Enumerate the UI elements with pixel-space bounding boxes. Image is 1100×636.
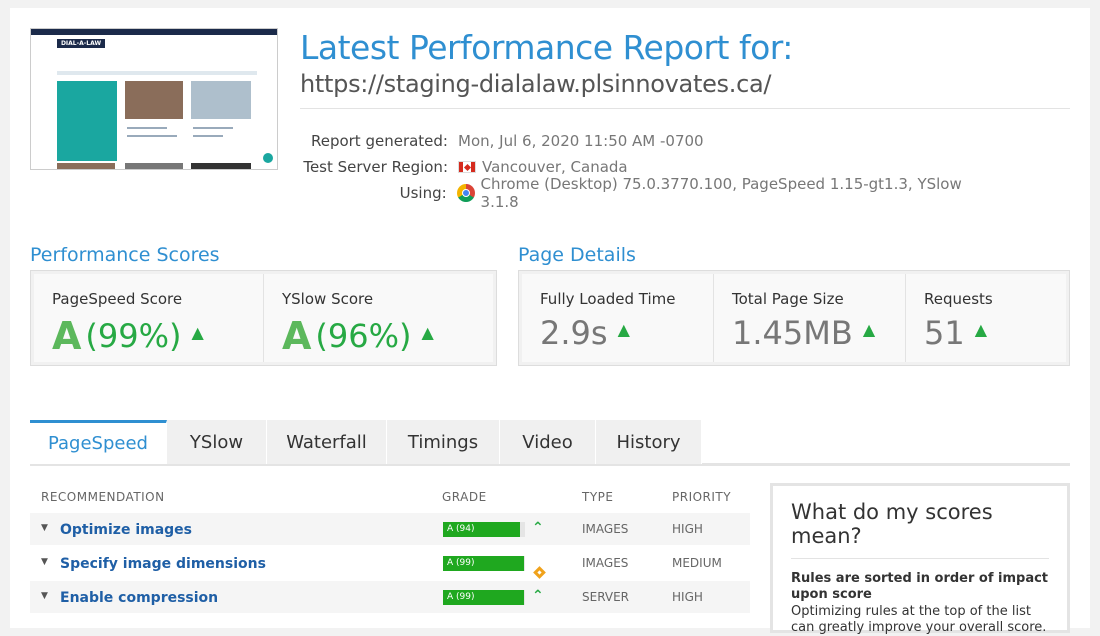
tab-waterfall[interactable]: Waterfall <box>267 420 387 464</box>
grade-label: A (99) <box>447 558 475 568</box>
trend-up-icon: ▲ <box>421 322 434 342</box>
scores-explanation-box: What do my scores mean? Rules are sorted… <box>770 483 1070 635</box>
thumb-hero <box>57 81 117 161</box>
report-title: Latest Performance Report for: <box>300 28 793 67</box>
grade-bar: A (99) <box>443 590 525 605</box>
scores-explanation-text: Optimizing rules at the top of the list … <box>791 604 1047 635</box>
header-divider <box>300 108 1070 109</box>
thumb-topbar <box>31 29 277 35</box>
table-row[interactable]: ▼ Enable compression A (99) ⌃ SERVER HIG… <box>30 581 750 613</box>
meta-label: Test Server Region: <box>303 158 448 176</box>
site-screenshot-thumbnail[interactable]: DIAL-A-LAW <box>30 28 278 170</box>
recommendation-name[interactable]: Optimize images <box>60 522 192 538</box>
expand-caret-icon[interactable]: ▼ <box>41 557 48 567</box>
meta-value: Mon, Jul 6, 2020 11:50 AM -0700 <box>458 132 704 150</box>
fully-loaded-label: Fully Loaded Time <box>540 290 676 308</box>
trend-up-icon: ▲ <box>191 322 204 342</box>
canada-flag-icon <box>458 161 476 173</box>
trend-up-icon: ⌃ <box>532 520 544 536</box>
scores-explanation-bold: Rules are sorted in order of impact upon… <box>791 571 1049 602</box>
tab-video[interactable]: Video <box>500 420 596 464</box>
performance-scores-panel: PageSpeed Score A (99%) ▲ YSlow Score A … <box>30 270 497 366</box>
type-value: SERVER <box>582 590 630 604</box>
column-header-recommendation[interactable]: RECOMMENDATION <box>41 490 165 504</box>
type-value: IMAGES <box>582 556 629 570</box>
trend-up-icon: ▲ <box>862 319 876 339</box>
expand-caret-icon[interactable]: ▼ <box>41 591 48 601</box>
meta-value-wrap: Chrome (Desktop) 75.0.3770.100, PageSpee… <box>456 175 1000 211</box>
thumb-text-line <box>193 135 223 137</box>
tab-pagespeed[interactable]: PageSpeed <box>30 420 167 464</box>
yslow-score-cell: YSlow Score A (96%) ▲ <box>264 274 493 362</box>
pagespeed-score-label: PageSpeed Score <box>52 290 183 308</box>
grade-bar: A (99) <box>443 556 525 571</box>
fully-loaded-value: 2.9s <box>540 314 608 352</box>
requests-value: 51 <box>924 314 965 352</box>
thumb-logo: DIAL-A-LAW <box>57 39 105 48</box>
divider <box>791 558 1049 559</box>
meta-value-wrap: Vancouver, Canada <box>458 158 628 176</box>
yslow-score-label: YSlow Score <box>282 290 374 308</box>
trend-up-icon: ▲ <box>617 319 630 339</box>
thumb-text-line <box>127 127 167 129</box>
grade-label: A (94) <box>447 524 475 534</box>
meta-label: Using: <box>399 184 447 202</box>
page-size-value: 1.45MB <box>732 314 853 352</box>
yslow-grade: A <box>282 314 312 358</box>
yslow-percent: (96%) <box>315 317 412 355</box>
column-header-type[interactable]: TYPE <box>582 490 613 504</box>
recommendation-table-header: RECOMMENDATION GRADE TYPE PRIORITY <box>30 490 750 514</box>
page-size-cell: Total Page Size 1.45MB ▲ <box>714 274 906 362</box>
column-header-priority[interactable]: PRIORITY <box>672 490 731 504</box>
trend-up-icon: ▲ <box>974 319 988 339</box>
table-row[interactable]: ▼ Specify image dimensions A (99) IMAGES… <box>30 547 750 579</box>
page-details-panel: Fully Loaded Time 2.9s ▲ Total Page Size … <box>518 270 1070 366</box>
thumb-image <box>191 163 251 169</box>
tab-timings[interactable]: Timings <box>387 420 500 464</box>
recommendation-name[interactable]: Specify image dimensions <box>60 556 266 572</box>
thumb-image <box>125 163 183 169</box>
pagespeed-percent: (99%) <box>85 317 182 355</box>
report-meta: Report generated: Mon, Jul 6, 2020 11:50… <box>300 128 1000 211</box>
pagespeed-grade: A <box>52 314 82 358</box>
requests-cell: Requests 51 ▲ <box>906 274 1066 362</box>
thumb-image <box>57 163 115 169</box>
priority-value: HIGH <box>672 522 703 536</box>
meta-row-generated: Report generated: Mon, Jul 6, 2020 11:50… <box>300 128 1000 154</box>
page-details-title: Page Details <box>518 244 636 266</box>
tab-history[interactable]: History <box>596 420 702 464</box>
column-header-grade[interactable]: GRADE <box>442 490 487 504</box>
fully-loaded-cell: Fully Loaded Time 2.9s ▲ <box>522 274 714 362</box>
thumb-image <box>125 81 183 119</box>
grade-label: A (99) <box>447 592 475 602</box>
report-tabs: PageSpeed YSlow Waterfall Timings Video … <box>30 420 1070 466</box>
thumb-text-line <box>127 135 177 137</box>
thumb-image <box>191 81 251 119</box>
grade-bar: A (94) <box>443 522 525 537</box>
recommendation-name[interactable]: Enable compression <box>60 590 218 606</box>
meta-value: Chrome (Desktop) 75.0.3770.100, PageSpee… <box>480 175 962 211</box>
tab-yslow[interactable]: YSlow <box>167 420 267 464</box>
priority-value: MEDIUM <box>672 556 722 570</box>
thumb-nav <box>57 71 257 75</box>
trend-up-icon: ⌃ <box>532 588 544 604</box>
report-url[interactable]: https://staging-dialalaw.plsinnovates.ca… <box>300 70 771 98</box>
priority-value: HIGH <box>672 590 703 604</box>
requests-label: Requests <box>924 290 993 308</box>
scores-explanation-title: What do my scores mean? <box>791 500 993 548</box>
thumb-chat-icon <box>263 153 273 163</box>
meta-value: Vancouver, Canada <box>482 158 628 176</box>
type-value: IMAGES <box>582 522 629 536</box>
thumb-text-line <box>193 127 233 129</box>
page-size-label: Total Page Size <box>732 290 844 308</box>
chrome-icon <box>456 184 475 202</box>
report-page: DIAL-A-LAW Latest Performance Report for… <box>10 8 1090 635</box>
expand-caret-icon[interactable]: ▼ <box>41 523 48 533</box>
meta-row-using: Using: Chrome (Desktop) 75.0.3770.100, P… <box>300 175 1000 211</box>
meta-label: Report generated: <box>310 132 448 150</box>
performance-scores-title: Performance Scores <box>30 244 220 266</box>
pagespeed-score-cell: PageSpeed Score A (99%) ▲ <box>34 274 264 362</box>
table-row[interactable]: ▼ Optimize images A (94) ⌃ IMAGES HIGH <box>30 513 750 545</box>
